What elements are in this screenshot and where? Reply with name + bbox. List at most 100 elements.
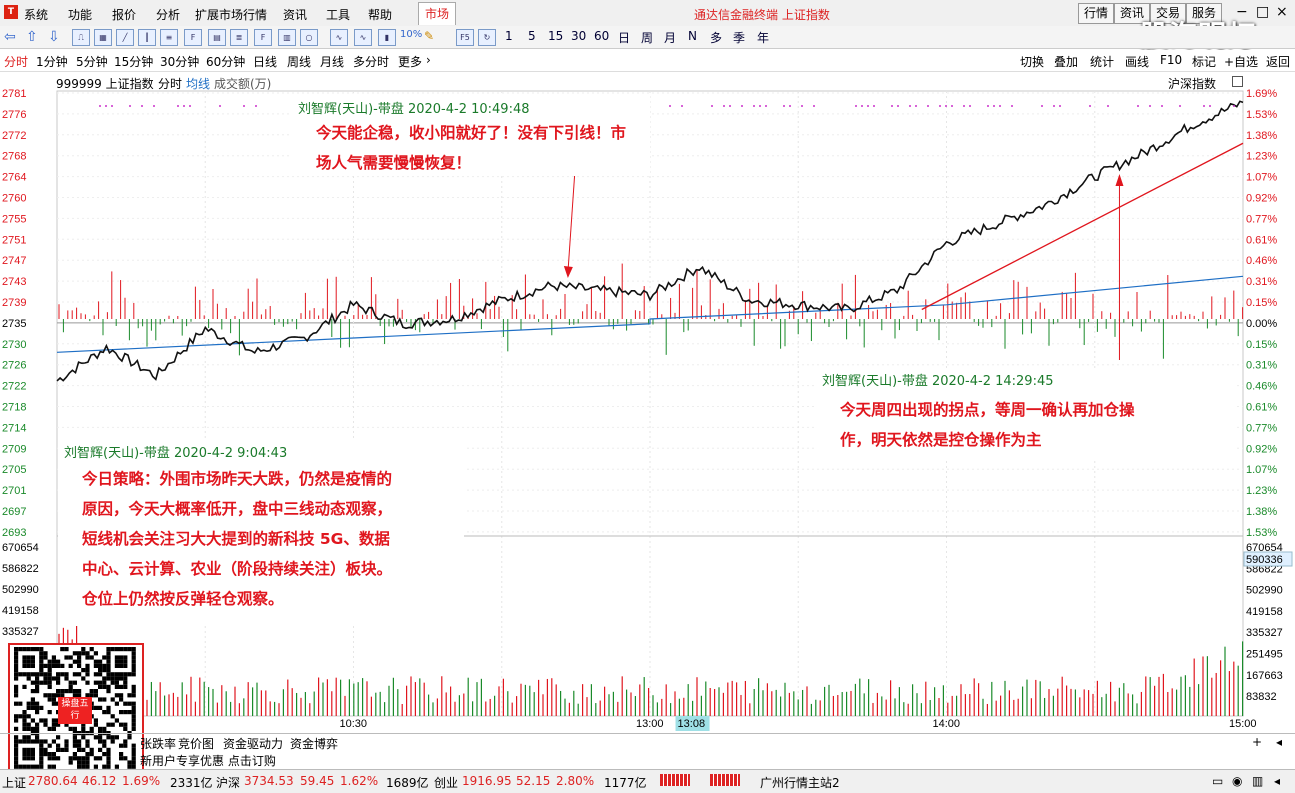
scroll-left-icon[interactable]: ◂ (1276, 735, 1282, 749)
lock-icon[interactable]: ▭ (1212, 774, 1223, 788)
period-5[interactable]: 5 (528, 29, 536, 43)
f5-icon[interactable]: F5 (456, 29, 474, 46)
menu-quote[interactable]: 报价 (112, 6, 136, 23)
period-multi[interactable]: 多 (710, 29, 722, 46)
menu-news[interactable]: 资讯 (283, 6, 307, 23)
price-tick-label: 2764 (2, 172, 26, 184)
menu-system[interactable]: 系统 (24, 6, 48, 23)
period-1[interactable]: 1 (505, 29, 513, 43)
stats-button[interactable]: 统计 (1090, 53, 1114, 70)
switch-button[interactable]: 切换 (1020, 53, 1044, 70)
signal-dot (1041, 105, 1043, 107)
pct-label[interactable]: 10% (400, 29, 422, 40)
tab-daily[interactable]: 日线 (253, 53, 277, 70)
tab-1min[interactable]: 1分钟 (36, 53, 68, 70)
period-year[interactable]: 年 (757, 29, 769, 46)
line-chart-icon[interactable]: ╱ (116, 29, 134, 46)
sh-amount: 2331亿 (170, 776, 213, 790)
menu-tools[interactable]: 工具 (326, 6, 350, 23)
down-arrow-icon[interactable]: ⇩ (48, 29, 60, 45)
menu-function[interactable]: 功能 (68, 6, 92, 23)
menu-help[interactable]: 帮助 (368, 6, 392, 23)
close-icon[interactable]: × (1276, 4, 1288, 20)
pct-tick-label: 0.77% (1246, 213, 1277, 225)
period-week[interactable]: 周 (641, 29, 653, 46)
chart-small-icon[interactable]: ▥ (1252, 774, 1263, 788)
wave-icon[interactable]: ∿ (330, 29, 348, 46)
signal-dot (1107, 105, 1109, 107)
period-30[interactable]: 30 (571, 29, 586, 43)
chevron-right-icon[interactable]: › (426, 53, 431, 67)
alert-icon[interactable]: ◉ (1232, 774, 1242, 788)
up-arrow-icon[interactable]: ⇧ (26, 29, 38, 45)
speaker-icon[interactable]: ◂ (1274, 774, 1280, 788)
tab-15min[interactable]: 15分钟 (114, 53, 153, 70)
tab-60min[interactable]: 60分钟 (206, 53, 245, 70)
pencil-icon[interactable]: ✎ (424, 29, 434, 43)
tab-multi-timeshare[interactable]: 多分时 (353, 53, 389, 70)
volume-tick-right: 167663 (1246, 670, 1283, 682)
tab-weekly[interactable]: 周线 (287, 53, 311, 70)
note-2: 刘智辉(天山)-带盘 2020-4-2 14:29:45 今天周四出现的拐点，等… (816, 368, 1234, 460)
status-bar: 上证 2780.64 46.12 1.69% 2331亿 沪深 3734.53 … (0, 769, 1295, 793)
back-arrow-icon[interactable]: ⇦ (4, 29, 16, 45)
volume-highlight-value: 590336 (1246, 554, 1283, 566)
mark-button[interactable]: 标记 (1192, 53, 1216, 70)
bars-icon[interactable]: ▮ (378, 29, 396, 46)
price-tick-label: 2730 (2, 339, 26, 351)
tile-icon[interactable]: ▤ (208, 29, 226, 46)
tab-30min[interactable]: 30分钟 (160, 53, 199, 70)
grid-icon[interactable]: ▥ (278, 29, 296, 46)
volume-tick-left: 419158 (2, 605, 39, 617)
draw-button[interactable]: 画线 (1125, 53, 1149, 70)
tab-more[interactable]: 更多 (398, 53, 422, 70)
menu-extended-market[interactable]: 扩展市场行情 (195, 6, 267, 23)
quote-button[interactable]: 行情 (1078, 3, 1114, 24)
signal-dot (951, 105, 953, 107)
period-quarter[interactable]: 季 (733, 29, 745, 46)
price-tick-label: 2768 (2, 151, 26, 163)
period-n[interactable]: N (688, 29, 697, 43)
signal-dot (927, 105, 929, 107)
period-15[interactable]: 15 (548, 29, 563, 43)
server-name[interactable]: 广州行情主站2 (760, 774, 840, 791)
chart-icon[interactable]: ⎍ (72, 29, 90, 46)
f10-icon[interactable]: F (184, 29, 202, 46)
refresh-icon[interactable]: ↻ (478, 29, 496, 46)
wave2-icon[interactable]: ∿ (354, 29, 372, 46)
period-60[interactable]: 60 (594, 29, 609, 43)
overlay-button[interactable]: 叠加 (1054, 53, 1078, 70)
menu-analysis[interactable]: 分析 (156, 6, 180, 23)
table-icon[interactable]: ▦ (94, 29, 112, 46)
signal-dot (669, 105, 671, 107)
signal-dot (99, 105, 101, 107)
note-3-body: 今日策略：外围市场昨天大跌，仍然是疫情的 原因，今天大概率低开，盘中三线动态观察… (82, 464, 392, 614)
candle-icon[interactable]: ┃ (138, 29, 156, 46)
cy-value: 1916.95 (462, 774, 512, 788)
cy-amount: 1177亿 (604, 776, 647, 790)
note-3-line: 今日策略：外围市场昨天大跌，仍然是疫情的 (82, 470, 393, 488)
note-1-body: 今天能企稳，收小阳就好了！没有下引线！市 场人气需要慢慢恢复！ (316, 118, 626, 178)
arrow-head-1 (563, 266, 573, 278)
period-month[interactable]: 月 (664, 29, 676, 46)
promo-link[interactable]: 新用户专享优惠 点击订购 (140, 752, 276, 769)
maximize-icon[interactable]: □ (1256, 4, 1269, 20)
doc-icon[interactable]: ≣ (230, 29, 248, 46)
toggle-icon[interactable] (1232, 76, 1243, 87)
tab-monthly[interactable]: 月线 (320, 53, 344, 70)
tab-market[interactable]: 市场 (418, 2, 456, 25)
back-button[interactable]: 返回 (1266, 53, 1290, 70)
tab-timeshare[interactable]: 分时 (4, 53, 28, 70)
f10-button[interactable]: F10 (1160, 53, 1182, 67)
add-tab-icon[interactable]: + (1252, 735, 1262, 749)
note-1: 刘智辉(天山)-带盘 2020-4-2 10:49:48 今天能企稳，收小阳就好… (292, 96, 650, 176)
signal-dot (1179, 105, 1181, 107)
circle-icon[interactable]: ○ (300, 29, 318, 46)
period-day[interactable]: 日 (618, 29, 630, 46)
fi-icon[interactable]: F (254, 29, 272, 46)
pct-tick-label: 1.53% (1246, 109, 1277, 121)
add-watch-button[interactable]: +自选 (1224, 53, 1258, 70)
signal-dot (1137, 105, 1139, 107)
list-icon[interactable]: ≡ (160, 29, 178, 46)
tab-5min[interactable]: 5分钟 (76, 53, 108, 70)
